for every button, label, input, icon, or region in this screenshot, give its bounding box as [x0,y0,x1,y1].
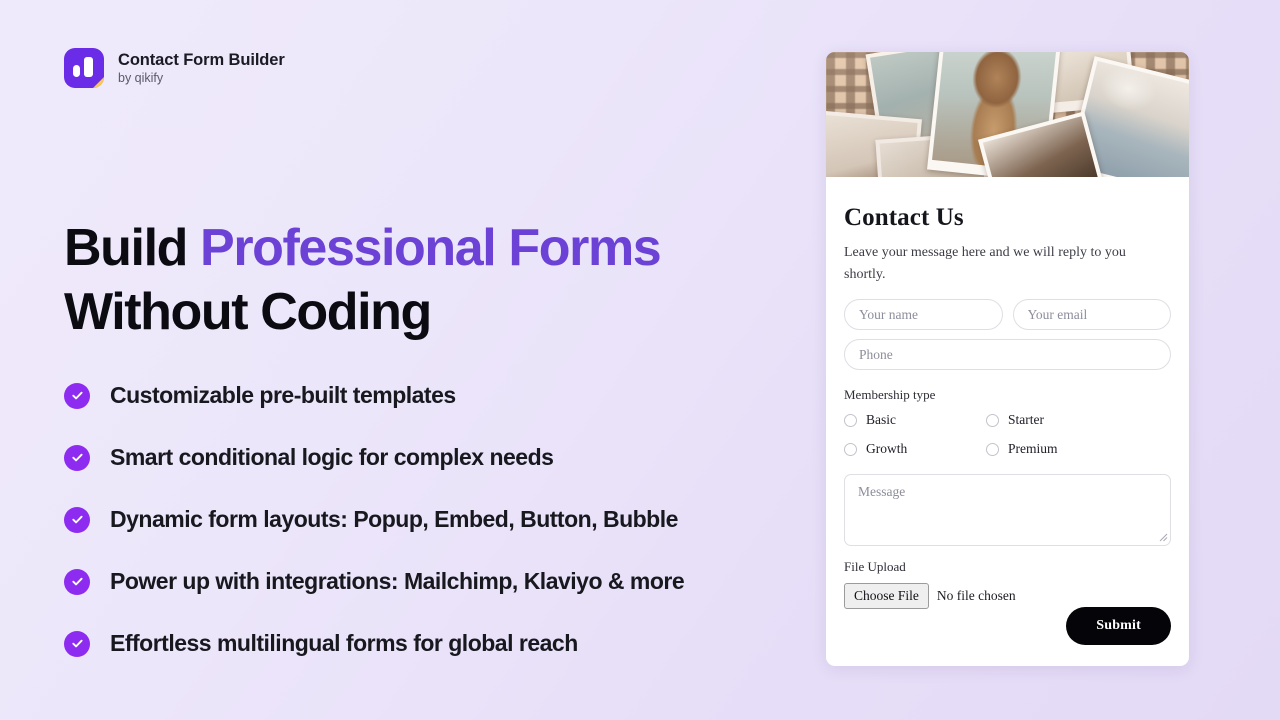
choose-file-button[interactable]: Choose File [844,583,929,609]
radio-button-icon[interactable] [986,413,999,427]
contact-form-card: Contact Us Leave your message here and w… [826,52,1189,666]
feature-label: Smart conditional logic for complex need… [110,444,554,470]
form-description: Leave your message here and we will repl… [844,245,1126,282]
radio-button-icon[interactable] [844,442,857,456]
radio-label: Growth [866,441,908,457]
radio-option-premium[interactable]: Premium [986,441,1171,457]
radio-option-growth[interactable]: Growth [844,441,986,457]
file-upload-row: Choose File No file chosen [844,583,1171,609]
submit-row: Submit [1066,607,1171,645]
radio-label: Basic [866,412,896,428]
membership-type-label: Membership type [844,387,936,403]
name-input[interactable] [844,299,1003,331]
feature-label: Customizable pre-built templates [110,382,456,408]
message-textarea[interactable] [844,474,1171,547]
feature-label: Dynamic form layouts: Popup, Embed, Butt… [110,506,678,532]
feature-label: Effortless multilingual forms for global… [110,630,578,656]
heading-accent: Professional Forms [200,219,662,277]
check-circle-icon [64,506,90,533]
bar-chart-logo-icon [64,48,104,88]
check-circle-icon [64,382,90,409]
membership-radio-group: Basic Starter Growth Premium [844,412,1171,457]
check-circle-icon [64,444,90,471]
app-vendor: by qikify [118,71,164,85]
logo-bar-short [73,65,80,77]
radio-label: Premium [1008,441,1058,457]
form-body: Contact Us Leave your message here and w… [826,177,1189,666]
form-heading: Contact Us [844,204,964,231]
list-item: Smart conditional logic for complex need… [64,440,804,475]
list-item: Dynamic form layouts: Popup, Embed, Butt… [64,502,804,537]
radio-label: Starter [1008,412,1044,428]
list-item: Customizable pre-built templates [64,378,804,413]
radio-button-icon[interactable] [986,442,999,456]
file-status-text: No file chosen [936,588,1016,604]
brand-header: Contact Form Builder by qikify [64,48,285,88]
phone-row [844,339,1171,371]
list-item: Effortless multilingual forms for global… [64,626,804,661]
page-title: Build Professional Forms Without Coding [64,222,784,338]
feature-label: Power up with integrations: Mailchimp, K… [110,568,685,594]
radio-option-starter[interactable]: Starter [986,412,1171,428]
brand-text-group: Contact Form Builder by qikify [118,51,285,85]
file-upload-label: File Upload [844,559,906,575]
message-field-wrapper [844,474,1171,547]
list-item: Power up with integrations: Mailchimp, K… [64,564,804,599]
heading-line-two: Without Coding [64,283,432,341]
heading-lead: Build [64,219,201,277]
logo-bar-tall [84,57,93,77]
check-circle-icon [64,568,90,595]
logo-corner-fold [92,76,104,88]
hero-section: Build Professional Forms Without Coding [64,222,784,338]
check-circle-icon [64,630,90,657]
email-input[interactable] [1012,299,1171,331]
feature-list: Customizable pre-built templates Smart c… [64,378,804,661]
phone-input[interactable] [844,339,1171,371]
radio-option-basic[interactable]: Basic [844,412,986,428]
radio-button-icon[interactable] [844,413,857,427]
app-title: Contact Form Builder [118,51,285,69]
submit-button[interactable]: Submit [1066,607,1171,645]
polaroid-photo-collage [826,52,1189,177]
name-email-row [844,299,1171,331]
